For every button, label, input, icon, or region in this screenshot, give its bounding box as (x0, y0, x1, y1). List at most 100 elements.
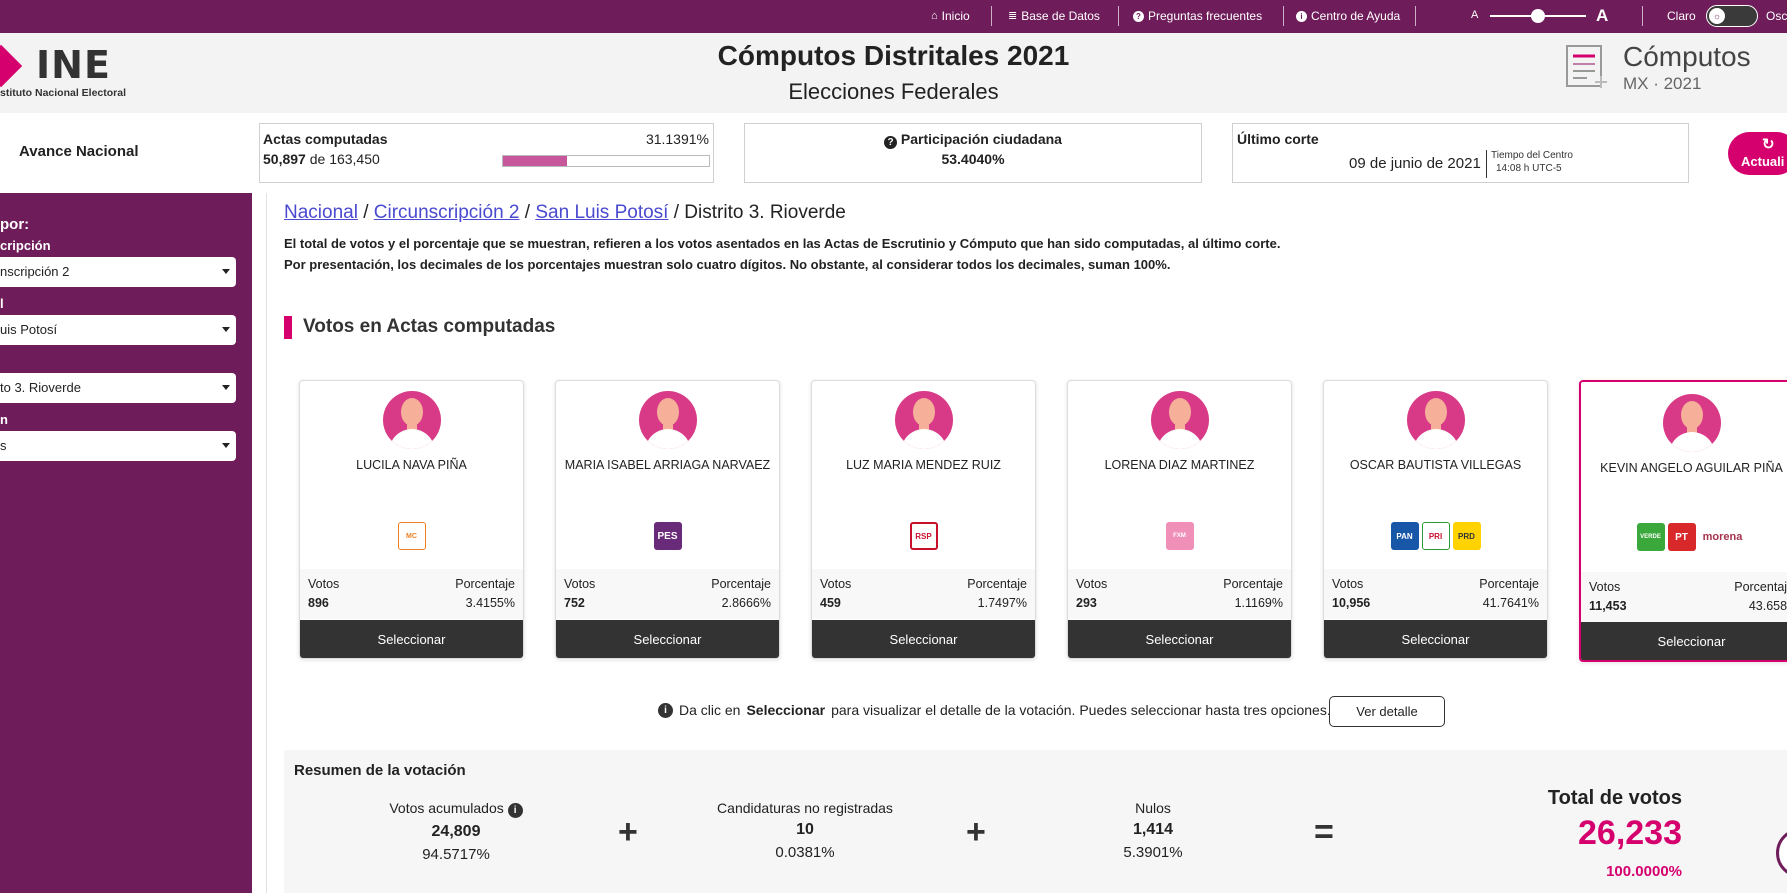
info-icon: i (658, 702, 673, 718)
note-text-1: El total de votos y el porcentaje que se… (284, 236, 1281, 251)
breadcrumb-entidad[interactable]: San Luis Potosí (535, 202, 668, 223)
votos-acumulados-label: Votos acumulados (389, 800, 504, 816)
votos-label: Votos (308, 577, 340, 591)
caret-down-icon (222, 443, 230, 448)
ver-detalle-button[interactable]: Ver detalle (1329, 696, 1445, 727)
votos-value: 10,956 (1332, 596, 1371, 610)
seleccionar-button[interactable]: Seleccionar (812, 620, 1035, 658)
timezone-label: Tiempo del Centro (1491, 150, 1573, 161)
porcentaje-label: Porcentaje (1734, 580, 1787, 594)
votos-value: 896 (308, 596, 329, 610)
breadcrumb-separator: / (363, 202, 369, 223)
no-registradas-label: Candidaturas no registradas (717, 800, 893, 816)
breadcrumb-current: Distrito 3. Rioverde (684, 202, 846, 223)
candidate-stats: Votos Porcentaje 10,956 41.7641% (1324, 569, 1547, 619)
breadcrumb-nacional[interactable]: Nacional (284, 202, 358, 223)
porcentaje-value: 43.6587 (1748, 599, 1787, 613)
nav-divider (1283, 6, 1284, 26)
seleccionar-button[interactable]: Seleccionar (1324, 620, 1547, 658)
party-logo-pt: PT (1667, 523, 1696, 551)
votos-label: Votos (1076, 577, 1108, 591)
votos-label: Votos (820, 577, 852, 591)
vote-summary: Resumen de la votación Votos acumulados … (284, 750, 1787, 893)
select-value: uis Potosí (0, 322, 58, 337)
porcentaje-value: 1.1169% (1234, 596, 1283, 610)
question-icon: ? (1133, 10, 1144, 22)
nulos-label: Nulos (1135, 800, 1171, 816)
select-value: s (0, 438, 7, 453)
party-logo-prd: PRD (1452, 522, 1481, 550)
font-size-small-label: A (1471, 9, 1479, 21)
nav-link-preguntas-frecuentes[interactable]: ? Preguntas frecuentes (1133, 9, 1262, 23)
nav-link-inicio[interactable]: ⌂ Inicio (931, 9, 970, 23)
theme-toggle[interactable]: ☼ (1706, 5, 1758, 27)
votos-acumulados-label-row: Votos acumulados i (346, 800, 566, 818)
font-size-slider-thumb[interactable] (1531, 9, 1545, 23)
votos-acumulados: Votos acumulados i 24,809 94.5717% (346, 800, 566, 863)
nav-link-centro-de-ayuda[interactable]: i Centro de Ayuda (1296, 9, 1400, 23)
votos-value: 293 (1076, 596, 1097, 610)
party-logo-verde: VERDE (1636, 523, 1665, 551)
porcentaje-value: 41.7641% (1482, 596, 1539, 610)
participacion-label-row: ? Participación ciudadana (745, 131, 1201, 149)
party-logo-pes: PES (653, 522, 682, 550)
porcentaje-value: 2.8666% (721, 596, 771, 610)
candidate-name: MARIA ISABEL ARRIAGA NARVAEZ (564, 458, 771, 472)
party-logo-rsp: RSP (909, 522, 938, 550)
breadcrumb-separator: / (524, 202, 531, 223)
candidate-card: OSCAR BAUTISTA VILLEGAS PAN PRI PRD Voto… (1323, 380, 1548, 659)
ultimo-corte-date: 09 de junio de 2021 (1349, 155, 1481, 172)
question-icon[interactable]: ? (884, 136, 898, 149)
candidate-stats: Votos Porcentaje 896 3.4155% (300, 569, 523, 619)
seccion-select[interactable]: s (0, 431, 236, 461)
total-votos-pct: 100.0000% (1606, 863, 1682, 880)
actualizar-label: Actuali (1741, 154, 1785, 169)
candidate-avatar-icon (639, 391, 697, 449)
actas-progress-fill (503, 156, 568, 166)
participacion-panel: ? Participación ciudadana 53.4040% (744, 123, 1202, 183)
seleccionar-button[interactable]: Seleccionar (1581, 622, 1787, 660)
caret-down-icon (222, 385, 230, 390)
porcentaje-value: 3.4155% (465, 596, 515, 610)
entidad-select[interactable]: uis Potosí (0, 315, 236, 345)
info-icon[interactable]: i (507, 803, 523, 818)
nav-link-base-de-datos[interactable]: ≣ Base de Datos (1008, 9, 1100, 23)
section-title: Votos en Actas computadas (303, 316, 556, 337)
font-size-slider[interactable] (1490, 9, 1586, 23)
theme-dark-label: Osc (1766, 9, 1787, 23)
party-logos: RSP (812, 521, 1035, 551)
candidate-card: LUZ MARIA MENDEZ RUIZ RSP Votos Porcenta… (811, 380, 1036, 659)
participacion-value: 53.4040% (941, 151, 1005, 167)
total-votos-value: 26,233 (1578, 814, 1682, 852)
database-icon: ≣ (1008, 9, 1018, 22)
computos-document-icon (1566, 45, 1607, 88)
seleccionar-button[interactable]: Seleccionar (1068, 620, 1291, 658)
actas-total: 163,450 (329, 151, 380, 167)
refresh-icon: ↻ (1762, 136, 1775, 153)
candidate-card: LUCILA NAVA PIÑA MC Votos Porcentaje 896… (299, 380, 524, 659)
distrito-select[interactable]: to 3. Rioverde (0, 373, 236, 403)
ultimo-corte-label: Último corte (1237, 131, 1319, 147)
avance-nacional-label: Avance Nacional (19, 143, 139, 160)
hint-text-pre: Da clic en (679, 702, 741, 718)
seleccionar-button[interactable]: Seleccionar (300, 620, 523, 658)
actas-count: 50,897 de 163,450 (263, 151, 380, 167)
candidate-card: MARIA ISABEL ARRIAGA NARVAEZ PES Votos P… (555, 380, 780, 659)
nav-divider (1642, 6, 1643, 26)
section-accent (284, 316, 292, 339)
breadcrumb: Nacional / Circunscripción 2 / San Luis … (284, 202, 846, 224)
breadcrumb-circunscripcion[interactable]: Circunscripción 2 (374, 202, 520, 223)
porcentaje-label: Porcentaje (1223, 577, 1283, 591)
candidate-name: LUCILA NAVA PIÑA (356, 458, 467, 472)
actualizar-button[interactable]: ↻ Actuali (1728, 132, 1787, 175)
candidate-stats: Votos Porcentaje 752 2.8666% (556, 569, 779, 619)
ultimo-corte-panel: Último corte 09 de junio de 2021 Tiempo … (1232, 123, 1689, 183)
timezone-value: 14:08 h UTC-5 (1496, 163, 1562, 174)
computos-logo: Cómputos MX · 2021 (1565, 39, 1785, 95)
circunscripcion-select[interactable]: nscripción 2 (0, 257, 236, 287)
seleccionar-button[interactable]: Seleccionar (556, 620, 779, 658)
sun-icon: ☼ (1709, 8, 1725, 24)
nulos-pct: 5.3901% (1123, 844, 1183, 861)
theme-light-label: Claro (1667, 9, 1696, 23)
candidate-stats: Votos Porcentaje 459 1.7497% (812, 569, 1035, 619)
